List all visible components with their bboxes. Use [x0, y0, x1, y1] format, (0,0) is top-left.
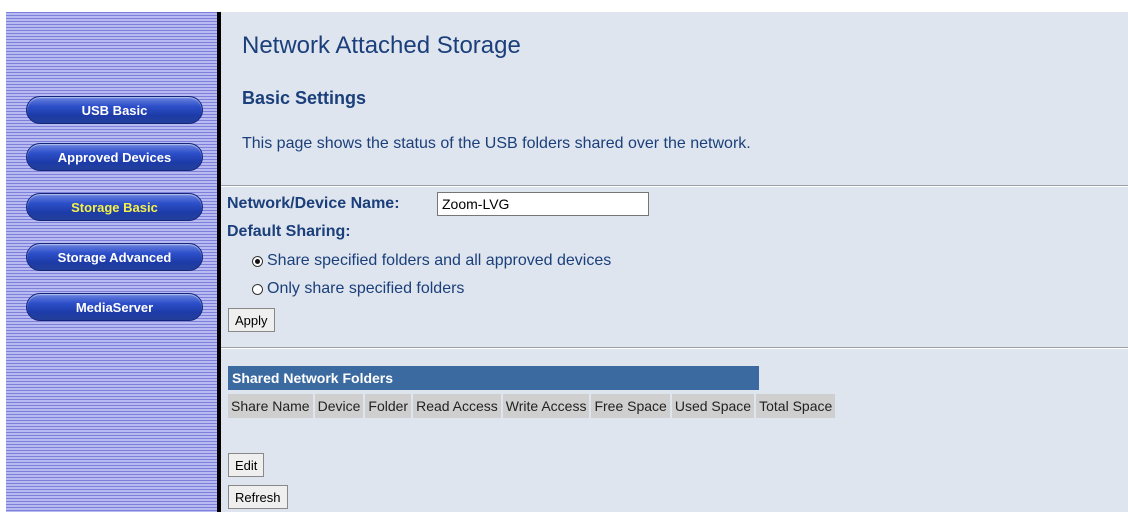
col-write-access: Write Access — [502, 394, 590, 418]
col-read-access: Read Access — [413, 394, 501, 418]
col-used-space: Used Space — [671, 394, 755, 418]
shared-folders-header: Shared Network Folders — [228, 366, 759, 390]
divider-line — [221, 347, 1128, 349]
section-title: Basic Settings — [242, 88, 367, 108]
col-folder: Folder — [365, 394, 412, 418]
radio-share-specified[interactable] — [252, 283, 263, 295]
col-share-name: Share Name — [228, 394, 313, 418]
intro-text: This page shows the status of the USB fo… — [242, 135, 751, 152]
col-device: Device — [314, 394, 364, 418]
sidebar: USB Basic Approved Devices Storage Basic… — [6, 12, 217, 512]
nav-storage-advanced[interactable]: Storage Advanced — [26, 243, 203, 271]
shared-folders-columns: Share Name Device Folder Read Access Wri… — [228, 394, 836, 418]
main-panel: Network Attached Storage Basic Settings … — [221, 12, 1128, 512]
nav-usb-basic[interactable]: USB Basic — [26, 96, 203, 124]
nav-mediaserver[interactable]: MediaServer — [26, 293, 203, 321]
apply-button[interactable]: Apply — [228, 308, 275, 332]
nav-storage-basic[interactable]: Storage Basic — [26, 193, 203, 221]
device-name-label: Network/Device Name: — [227, 195, 400, 212]
share-all-label: Share specified folders and all approved… — [267, 252, 612, 269]
share-specified-option[interactable]: Only share specified folders — [252, 280, 464, 298]
refresh-button[interactable]: Refresh — [228, 485, 288, 509]
edit-button[interactable]: Edit — [228, 453, 265, 477]
share-all-option[interactable]: Share specified folders and all approved… — [252, 252, 611, 270]
divider-line — [221, 185, 1128, 187]
device-name-input[interactable] — [437, 192, 649, 216]
page-title: Network Attached Storage — [242, 32, 521, 59]
default-sharing-label: Default Sharing: — [227, 223, 351, 240]
col-free-space: Free Space — [591, 394, 670, 418]
radio-share-all[interactable] — [252, 255, 263, 267]
nav-approved-devices[interactable]: Approved Devices — [26, 143, 203, 171]
share-specified-label: Only share specified folders — [267, 280, 465, 297]
col-total-space: Total Space — [756, 394, 836, 418]
